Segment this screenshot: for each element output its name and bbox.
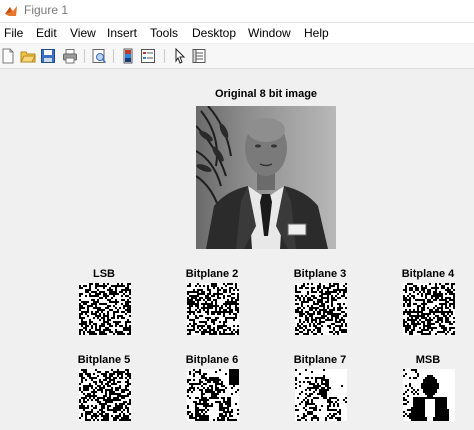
matlab-logo-icon	[5, 6, 17, 16]
window-title-bar: Figure 1	[0, 0, 474, 23]
bitplane-image-4[interactable]	[403, 283, 455, 335]
figure-toolbar	[0, 44, 474, 69]
bitplane-image-msb[interactable]	[403, 369, 455, 421]
new-figure-icon[interactable]	[0, 48, 16, 64]
bitplane-title-4: Bitplane 4	[401, 268, 455, 280]
select-pointer-icon[interactable]	[172, 48, 188, 64]
print-preview-icon[interactable]	[91, 48, 107, 64]
bitplane-title-2: Bitplane 2	[185, 268, 239, 280]
menu-file[interactable]: File	[4, 26, 23, 40]
toolbar-separator	[113, 49, 114, 63]
menu-window[interactable]: Window	[248, 26, 291, 40]
toolbar-separator	[84, 49, 85, 63]
legend-icon[interactable]	[140, 48, 156, 64]
bitplane-image-6[interactable]	[187, 369, 239, 421]
menu-desktop[interactable]: Desktop	[192, 26, 236, 40]
bitplane-title-msb: MSB	[415, 354, 441, 366]
save-icon[interactable]	[40, 48, 56, 64]
toolbar-separator	[164, 49, 165, 63]
menu-edit[interactable]: Edit	[36, 26, 57, 40]
open-file-icon[interactable]	[20, 48, 36, 64]
bitplane-image-lsb[interactable]	[79, 283, 131, 335]
menu-view[interactable]: View	[70, 26, 96, 40]
menu-bar: File Edit View Insert Tools Desktop Wind…	[0, 23, 474, 43]
bitplane-image-3[interactable]	[295, 283, 347, 335]
property-inspector-icon[interactable]	[191, 48, 207, 64]
bitplane-title-6: Bitplane 6	[185, 354, 239, 366]
bitplane-title-5: Bitplane 5	[77, 354, 131, 366]
bitplane-image-2[interactable]	[187, 283, 239, 335]
main-image-title: Original 8 bit image	[214, 88, 318, 100]
menu-tools[interactable]: Tools	[150, 26, 178, 40]
menu-insert[interactable]: Insert	[107, 26, 137, 40]
window-title: Figure 1	[24, 3, 69, 17]
bitplane-title-7: Bitplane 7	[293, 354, 347, 366]
colorbar-icon[interactable]	[120, 48, 136, 64]
bitplane-image-7[interactable]	[295, 369, 347, 421]
bitplane-title-lsb: LSB	[93, 268, 115, 280]
bitplane-image-5[interactable]	[79, 369, 131, 421]
menu-help[interactable]: Help	[304, 26, 329, 40]
bitplane-title-3: Bitplane 3	[293, 268, 347, 280]
print-icon[interactable]	[62, 48, 78, 64]
original-grayscale-portrait[interactable]	[196, 106, 336, 249]
